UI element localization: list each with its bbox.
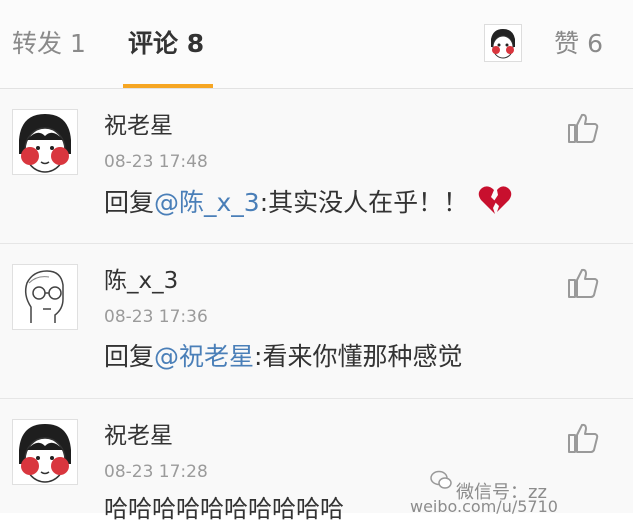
mention-link[interactable]: @陈_x_3: [154, 188, 260, 217]
avatar[interactable]: [12, 109, 78, 175]
comment-item: 陈_x_3 08-23 17:36 回复@祝老星:看来你懂那种感觉: [0, 244, 633, 399]
comment-item: 祝老星 08-23 17:48 回复@陈_x_3:其实没人在乎！！: [0, 89, 633, 244]
liker-avatar[interactable]: [484, 24, 522, 62]
comment-username[interactable]: 陈_x_3: [104, 266, 178, 296]
tab-comment[interactable]: 评论 8: [128, 28, 204, 60]
wechat-icon: [430, 470, 452, 494]
comment-timestamp: 08-23 17:48: [104, 152, 208, 172]
comment-timestamp: 08-23 17:28: [104, 462, 208, 482]
broken-heart-icon: [478, 185, 512, 224]
avatar[interactable]: [12, 419, 78, 485]
tab-repost[interactable]: 转发 1: [12, 28, 86, 60]
tab-bar: 转发 1 评论 8 赞 6: [0, 0, 633, 89]
comment-text: 回复@陈_x_3:其实没人在乎！！: [104, 185, 512, 224]
like-thumb-icon[interactable]: [566, 111, 600, 145]
comment-body: :其实没人在乎！！: [259, 188, 469, 217]
mention-link[interactable]: @祝老星: [154, 342, 254, 371]
comment-timestamp: 08-23 17:36: [104, 307, 208, 327]
comment-username[interactable]: 祝老星: [104, 421, 173, 451]
tab-like[interactable]: 赞 6: [554, 28, 603, 60]
comment-username[interactable]: 祝老星: [104, 111, 173, 141]
comment-body: :看来你懂那种感觉: [254, 342, 463, 371]
active-tab-indicator: [123, 84, 213, 88]
avatar[interactable]: [12, 264, 78, 330]
comment-text: 哈哈哈哈哈哈哈哈哈哈: [104, 495, 344, 523]
comment-text: 回复@祝老星:看来你懂那种感觉: [104, 340, 462, 374]
like-thumb-icon[interactable]: [566, 421, 600, 455]
reply-prefix: 回复: [104, 342, 155, 371]
reply-prefix: 回复: [104, 188, 155, 217]
watermark-url: weibo.com/u/5710: [410, 497, 558, 516]
like-thumb-icon[interactable]: [566, 266, 600, 300]
